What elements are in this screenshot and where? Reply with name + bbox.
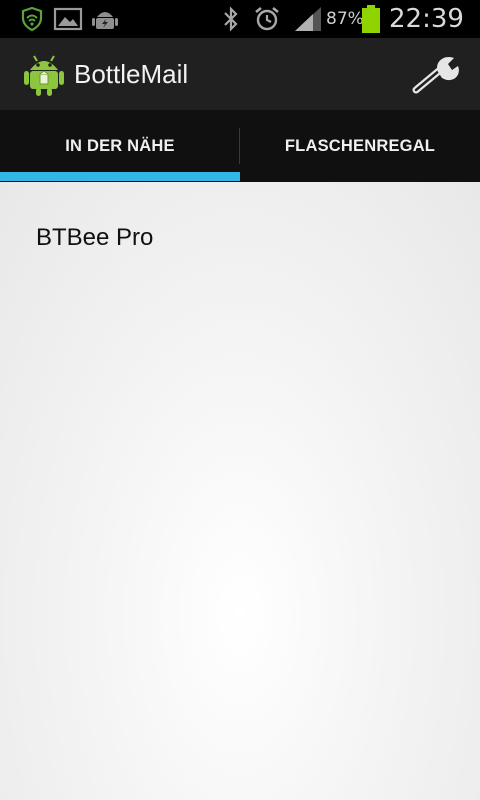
signal-icon (293, 0, 323, 38)
list-item-btbee-pro[interactable]: BTBee Pro (36, 224, 153, 264)
wrench-icon (410, 56, 466, 102)
battery-percent: 87% (326, 9, 364, 29)
action-bar: BottleMail (0, 38, 480, 110)
battery-icon (361, 0, 381, 38)
app-title: BottleMail (74, 59, 189, 89)
android-debug-icon (91, 0, 119, 38)
bluetooth-icon (221, 0, 241, 38)
alarm-icon (252, 0, 282, 38)
selected-tab-indicator (0, 172, 240, 181)
content-list: BTBee Pro (0, 182, 480, 800)
tab-flaschenregal[interactable]: FLASCHENREGAL (240, 110, 480, 182)
clock-time: 22:39 (389, 4, 464, 34)
settings-button[interactable] (410, 52, 466, 98)
shield-icon (20, 0, 44, 38)
android-icon[interactable] (22, 50, 66, 98)
image-icon (53, 0, 83, 38)
status-bar: 87% 22:39 (0, 0, 480, 38)
